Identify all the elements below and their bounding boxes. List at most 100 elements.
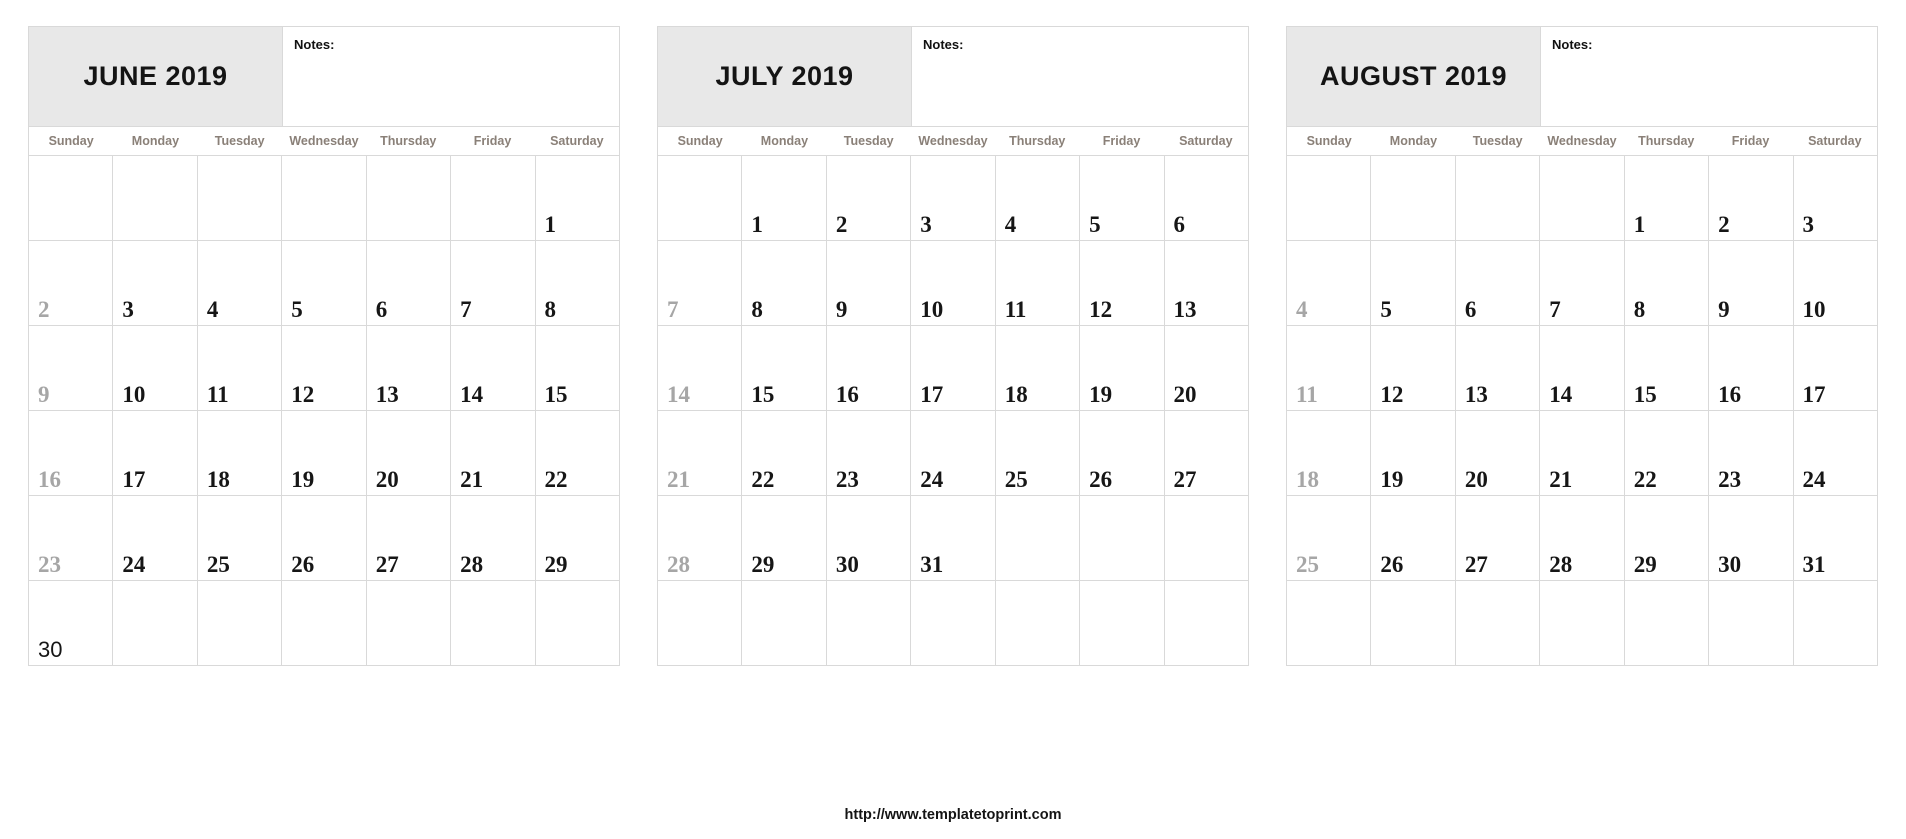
- day-cell-july-2019-7[interactable]: 7: [658, 241, 743, 326]
- day-cell-june-2019-20[interactable]: 20: [366, 411, 452, 496]
- day-cell-june-2019-24[interactable]: 24: [113, 496, 198, 581]
- day-cell-empty[interactable]: [1793, 581, 1878, 666]
- day-cell-july-2019-21[interactable]: 21: [658, 411, 743, 496]
- day-cell-empty[interactable]: [451, 156, 536, 241]
- day-cell-june-2019-18[interactable]: 18: [197, 411, 283, 496]
- day-cell-july-2019-8[interactable]: 8: [742, 241, 827, 326]
- day-cell-june-2019-25[interactable]: 25: [197, 496, 283, 581]
- day-cell-june-2019-11[interactable]: 11: [197, 326, 283, 411]
- day-cell-july-2019-11[interactable]: 11: [995, 241, 1081, 326]
- day-cell-empty[interactable]: [1080, 581, 1165, 666]
- day-cell-july-2019-4[interactable]: 4: [995, 156, 1081, 241]
- day-cell-june-2019-12[interactable]: 12: [282, 326, 367, 411]
- day-cell-august-2019-29[interactable]: 29: [1624, 496, 1710, 581]
- day-cell-june-2019-29[interactable]: 29: [535, 496, 620, 581]
- day-cell-july-2019-13[interactable]: 13: [1164, 241, 1249, 326]
- day-cell-empty[interactable]: [113, 581, 198, 666]
- day-cell-august-2019-3[interactable]: 3: [1793, 156, 1878, 241]
- day-cell-july-2019-12[interactable]: 12: [1080, 241, 1165, 326]
- day-cell-june-2019-7[interactable]: 7: [451, 241, 536, 326]
- day-cell-empty[interactable]: [366, 581, 452, 666]
- day-cell-june-2019-6[interactable]: 6: [366, 241, 452, 326]
- day-cell-june-2019-30[interactable]: 30: [29, 581, 114, 666]
- notes-area-august-2019[interactable]: Notes:: [1540, 27, 1877, 126]
- notes-area-june-2019[interactable]: Notes:: [282, 27, 619, 126]
- day-cell-august-2019-19[interactable]: 19: [1371, 411, 1456, 496]
- day-cell-empty[interactable]: [1287, 581, 1372, 666]
- day-cell-august-2019-4[interactable]: 4: [1287, 241, 1372, 326]
- day-cell-july-2019-10[interactable]: 10: [911, 241, 996, 326]
- day-cell-july-2019-9[interactable]: 9: [826, 241, 912, 326]
- day-cell-empty[interactable]: [1540, 156, 1625, 241]
- day-cell-empty[interactable]: [113, 156, 198, 241]
- day-cell-august-2019-27[interactable]: 27: [1455, 496, 1541, 581]
- day-cell-june-2019-14[interactable]: 14: [451, 326, 536, 411]
- day-cell-june-2019-13[interactable]: 13: [366, 326, 452, 411]
- day-cell-empty[interactable]: [451, 581, 536, 666]
- day-cell-empty[interactable]: [29, 156, 114, 241]
- day-cell-june-2019-21[interactable]: 21: [451, 411, 536, 496]
- day-cell-june-2019-17[interactable]: 17: [113, 411, 198, 496]
- day-cell-august-2019-9[interactable]: 9: [1709, 241, 1794, 326]
- footer-url[interactable]: http://www.templatetoprint.com: [845, 807, 1062, 823]
- day-cell-july-2019-27[interactable]: 27: [1164, 411, 1249, 496]
- day-cell-august-2019-5[interactable]: 5: [1371, 241, 1456, 326]
- day-cell-empty[interactable]: [911, 581, 996, 666]
- day-cell-empty[interactable]: [197, 156, 283, 241]
- day-cell-june-2019-10[interactable]: 10: [113, 326, 198, 411]
- day-cell-empty[interactable]: [1371, 156, 1456, 241]
- day-cell-august-2019-13[interactable]: 13: [1455, 326, 1541, 411]
- day-cell-june-2019-15[interactable]: 15: [535, 326, 620, 411]
- day-cell-august-2019-2[interactable]: 2: [1709, 156, 1794, 241]
- day-cell-june-2019-28[interactable]: 28: [451, 496, 536, 581]
- day-cell-empty[interactable]: [1164, 581, 1249, 666]
- day-cell-july-2019-25[interactable]: 25: [995, 411, 1081, 496]
- day-cell-june-2019-2[interactable]: 2: [29, 241, 114, 326]
- day-cell-july-2019-22[interactable]: 22: [742, 411, 827, 496]
- day-cell-july-2019-15[interactable]: 15: [742, 326, 827, 411]
- day-cell-august-2019-30[interactable]: 30: [1709, 496, 1794, 581]
- day-cell-august-2019-23[interactable]: 23: [1709, 411, 1794, 496]
- day-cell-august-2019-18[interactable]: 18: [1287, 411, 1372, 496]
- day-cell-august-2019-17[interactable]: 17: [1793, 326, 1878, 411]
- day-cell-empty[interactable]: [742, 581, 827, 666]
- day-cell-august-2019-6[interactable]: 6: [1455, 241, 1541, 326]
- day-cell-july-2019-1[interactable]: 1: [742, 156, 827, 241]
- day-cell-empty[interactable]: [282, 581, 367, 666]
- day-cell-august-2019-28[interactable]: 28: [1540, 496, 1625, 581]
- day-cell-empty[interactable]: [1540, 581, 1625, 666]
- day-cell-august-2019-24[interactable]: 24: [1793, 411, 1878, 496]
- day-cell-june-2019-27[interactable]: 27: [366, 496, 452, 581]
- day-cell-july-2019-23[interactable]: 23: [826, 411, 912, 496]
- day-cell-empty[interactable]: [658, 156, 743, 241]
- day-cell-july-2019-17[interactable]: 17: [911, 326, 996, 411]
- day-cell-empty[interactable]: [197, 581, 283, 666]
- day-cell-empty[interactable]: [282, 156, 367, 241]
- day-cell-july-2019-24[interactable]: 24: [911, 411, 996, 496]
- day-cell-july-2019-28[interactable]: 28: [658, 496, 743, 581]
- day-cell-july-2019-5[interactable]: 5: [1080, 156, 1165, 241]
- day-cell-empty[interactable]: [1624, 581, 1710, 666]
- day-cell-empty[interactable]: [1455, 581, 1541, 666]
- day-cell-july-2019-19[interactable]: 19: [1080, 326, 1165, 411]
- day-cell-august-2019-7[interactable]: 7: [1540, 241, 1625, 326]
- day-cell-empty[interactable]: [366, 156, 452, 241]
- day-cell-empty[interactable]: [995, 581, 1081, 666]
- day-cell-august-2019-31[interactable]: 31: [1793, 496, 1878, 581]
- day-cell-empty[interactable]: [1371, 581, 1456, 666]
- day-cell-august-2019-21[interactable]: 21: [1540, 411, 1625, 496]
- day-cell-august-2019-15[interactable]: 15: [1624, 326, 1710, 411]
- day-cell-august-2019-14[interactable]: 14: [1540, 326, 1625, 411]
- day-cell-august-2019-20[interactable]: 20: [1455, 411, 1541, 496]
- day-cell-empty[interactable]: [995, 496, 1081, 581]
- day-cell-empty[interactable]: [1287, 156, 1372, 241]
- day-cell-june-2019-3[interactable]: 3: [113, 241, 198, 326]
- day-cell-empty[interactable]: [1164, 496, 1249, 581]
- day-cell-july-2019-14[interactable]: 14: [658, 326, 743, 411]
- day-cell-june-2019-26[interactable]: 26: [282, 496, 367, 581]
- day-cell-empty[interactable]: [658, 581, 743, 666]
- day-cell-july-2019-2[interactable]: 2: [826, 156, 912, 241]
- day-cell-june-2019-19[interactable]: 19: [282, 411, 367, 496]
- day-cell-august-2019-12[interactable]: 12: [1371, 326, 1456, 411]
- day-cell-july-2019-29[interactable]: 29: [742, 496, 827, 581]
